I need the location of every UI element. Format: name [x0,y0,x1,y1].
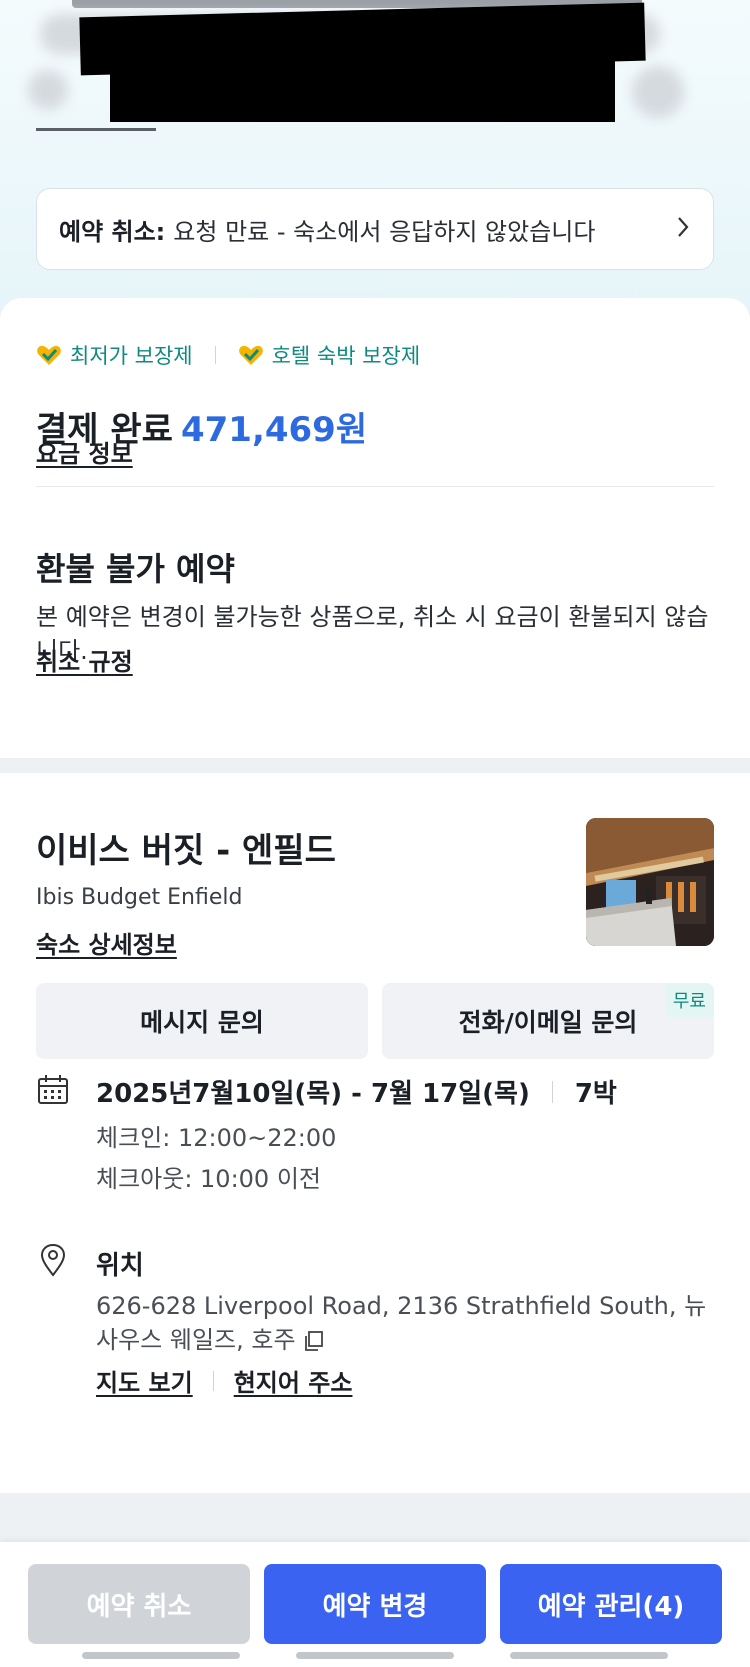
address-text: 626-628 Liverpool Road, 2136 Strathfield… [96,1292,707,1354]
stay-dates-row: 2025년7월10일(목) - 7월 17일(목) 7박 [96,1073,617,1110]
cancellation-policy-link[interactable]: 취소 규정 [36,642,133,677]
divider [551,1080,553,1103]
cutoff-link [36,128,156,142]
checkin-time: 체크인: 12:00~22:00 [96,1124,337,1152]
divider [212,1370,214,1391]
blurred-back-icon [28,70,68,110]
nav-handle [296,1652,454,1659]
stay-nights: 7박 [574,1079,617,1109]
guarantee-label: 최저가 보장제 [70,344,193,368]
blurred-avatar [632,66,684,118]
nav-handle [510,1652,668,1659]
view-map-link[interactable]: 지도 보기 [96,1363,193,1398]
refund-title: 환불 불가 예약 [36,550,235,588]
hotel-detail-link[interactable]: 숙소 상세정보 [36,925,177,960]
cancel-booking-button[interactable]: 예약 취소 [28,1564,250,1644]
header: 예약 취소: 요청 만료 - 숙소에서 응답하지 않았습니다 [0,0,750,310]
cancel-status-banner[interactable]: 예약 취소: 요청 만료 - 숙소에서 응답하지 않았습니다 [36,188,714,270]
guarantee-badges: 최저가 보장제 호텔 숙박 보장제 [36,340,420,370]
divider [36,486,714,487]
message-inquiry-button[interactable]: 메시지 문의 [36,983,368,1059]
location-pin-icon [40,1243,66,1277]
calendar-icon [38,1075,68,1104]
stay-dates: 2025년7월10일(목) - 7월 17일(목) [96,1079,530,1109]
hotel-card: 이비스 버짓 - 엔필드 Ibis Budget Enfield 숙소 상세정보… [0,773,750,1493]
free-badge: 무료 [664,983,714,1017]
copy-icon[interactable] [302,1330,324,1352]
guarantee-label: 호텔 숙박 보장제 [271,344,421,368]
phone-email-inquiry-button[interactable]: 전화/이메일 문의 무료 [382,983,714,1059]
phone-email-inquiry-label: 전화/이메일 문의 [458,1008,638,1037]
manage-booking-button[interactable]: 예약 관리(4) [500,1564,722,1644]
bottom-action-bar: 예약 취소 예약 변경 예약 관리(4) [0,1542,750,1667]
guarantee-hotel-stay[interactable]: 호텔 숙박 보장제 [238,340,421,370]
heart-check-icon [238,345,263,365]
change-booking-button[interactable]: 예약 변경 [264,1564,486,1644]
payment-card: 최저가 보장제 호텔 숙박 보장제 결제 완료 471,469원 요금 정보 환불… [0,298,750,758]
refund-body: 본 예약은 변경이 불가능한 상품으로, 취소 시 요금이 환불되지 않습니다. [36,603,709,665]
chevron-right-icon [675,212,691,247]
contact-buttons: 메시지 문의 전화/이메일 문의 무료 [36,983,714,1059]
nav-handle [82,1652,240,1659]
local-address-link[interactable]: 현지어 주소 [234,1363,353,1398]
heart-check-icon [37,345,61,365]
cancel-status-label: 예약 취소: [59,217,166,246]
location-address: 626-628 Liverpool Road, 2136 Strathfield… [96,1289,716,1357]
guarantee-lowest-price[interactable]: 최저가 보장제 [36,340,193,370]
message-inquiry-label: 메시지 문의 [140,1008,264,1037]
cancel-status-text: 요청 만료 - 숙소에서 응답하지 않았습니다 [173,217,596,246]
location-links: 지도 보기 현지어 주소 [96,1363,352,1398]
hotel-photo[interactable] [586,818,714,946]
divider [214,346,216,364]
payment-amount: 471,469원 [180,410,368,450]
hotel-name-en: Ibis Budget Enfield [36,885,243,910]
checkout-time: 체크아웃: 10:00 이전 [96,1165,321,1193]
location-title: 위치 [96,1251,144,1281]
hotel-name-ko: 이비스 버짓 - 엔필드 [36,831,336,871]
fare-info-link[interactable]: 요금 정보 [36,434,133,469]
redacted-block [110,60,615,122]
